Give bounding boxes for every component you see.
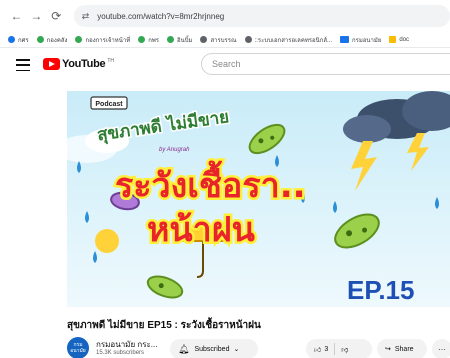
bookmark-item[interactable]: doc	[389, 36, 409, 43]
avatar-text: กรม อนามัย	[70, 342, 86, 354]
search-input[interactable]: Search	[201, 53, 450, 75]
sun-icon	[95, 229, 119, 253]
subscribed-button[interactable]: 🔔︎ Subscribed ⌄	[170, 339, 258, 358]
bookmark-item[interactable]: อินบิ้ม	[167, 35, 192, 45]
bookmark-item[interactable]: กองการเจ้าหน้าที่	[75, 35, 130, 45]
bookmark-item[interactable]: กรมอนามัย	[340, 35, 381, 45]
thumbs-up-icon[interactable]: 👍︎	[314, 345, 321, 354]
video-title: สุขภาพดี ไม่มีขาย EP15 : ระวังเชื้อราหน้…	[67, 320, 261, 331]
video-thumbnail[interactable]: Podcast สุขภาพดี ไม่มีขาย by Anugrah ระว…	[67, 91, 450, 307]
headline-line-2: หน้าฝน	[147, 210, 255, 250]
globe-icon	[8, 36, 15, 43]
like-count: 3	[324, 345, 329, 353]
logo-text: YouTube	[62, 58, 106, 70]
folder-icon	[340, 36, 350, 43]
globe-icon	[36, 36, 44, 43]
bell-icon: 🔔︎	[178, 343, 190, 354]
bookmark-item[interactable]: กศร	[8, 35, 29, 45]
bookmark-item[interactable]: ::ระบบเอกสารอเลคทรอนิกส์...	[244, 35, 332, 45]
youtube-play-icon	[43, 58, 60, 70]
logo-region: TH	[107, 57, 114, 64]
byline: by Anugrah	[159, 147, 190, 153]
channel-avatar[interactable]: กรม อนามัย	[67, 337, 89, 358]
share-arrow-icon: ↪	[385, 346, 391, 353]
globe-icon	[244, 36, 252, 43]
site-settings-icon[interactable]: ⇄	[82, 11, 90, 22]
globe-icon	[200, 36, 208, 43]
bookmark-item[interactable]: กองคลัง	[36, 35, 67, 45]
divider	[334, 343, 336, 355]
bookmark-item[interactable]: กพร	[138, 35, 159, 45]
hamburger-menu-icon[interactable]	[16, 59, 30, 71]
back-arrow-icon[interactable]: ←	[8, 7, 25, 25]
youtube-logo[interactable]: YouTube TH	[43, 58, 114, 70]
like-dislike-group: 👍︎ 3 👎︎	[306, 339, 372, 358]
headline-line-1: ระวังเชื้อรา..	[115, 160, 306, 206]
subscriber-count: 15.3K subscribers	[96, 350, 145, 356]
url-text: youtube.com/watch?v=8mr2hrjnneg	[97, 11, 225, 21]
episode-label: EP.15	[347, 275, 414, 305]
reload-icon[interactable]: ⟳	[48, 7, 65, 25]
share-button[interactable]: ↪ Share	[377, 339, 427, 358]
more-actions-button[interactable]: ···	[432, 339, 450, 358]
browser-toolbar: ← → ⟳ ⇄ youtube.com/watch?v=8mr2hrjnneg	[0, 0, 450, 32]
forward-arrow-icon[interactable]: →	[28, 7, 45, 25]
podcast-tag: Podcast	[95, 101, 123, 108]
docs-icon	[389, 36, 397, 43]
more-icon: ···	[438, 344, 446, 354]
globe-icon	[75, 36, 83, 43]
search-placeholder: Search	[212, 59, 241, 69]
globe-icon	[167, 36, 174, 43]
address-bar[interactable]: ⇄ youtube.com/watch?v=8mr2hrjnneg	[73, 5, 450, 27]
thumbs-down-icon[interactable]: 👎︎	[341, 345, 348, 354]
bookmark-item[interactable]: สารบรรณ	[200, 35, 237, 45]
share-label: Share	[394, 345, 414, 353]
subscribed-label: Subscribed	[194, 345, 230, 353]
chevron-down-icon: ⌄	[233, 346, 240, 353]
bookmarks-bar: กศร กองคลัง กองการเจ้าหน้าที่ กพร อินบิ้…	[0, 32, 450, 48]
globe-icon	[138, 36, 146, 43]
